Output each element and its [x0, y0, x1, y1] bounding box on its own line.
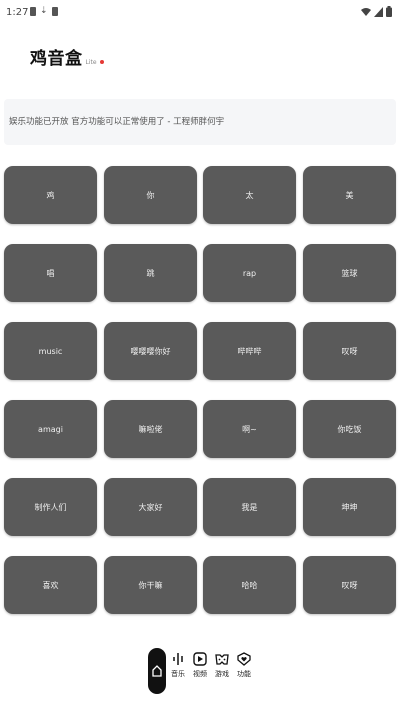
sound-button[interactable]: 啊~: [203, 400, 296, 458]
sound-button[interactable]: 美: [303, 166, 396, 224]
sound-button[interactable]: music: [4, 322, 97, 380]
download-icon: ⇣: [40, 6, 48, 16]
nav-home[interactable]: [148, 648, 166, 694]
notification-icons: ⇣: [30, 7, 58, 16]
sound-button[interactable]: 叹呀: [303, 322, 396, 380]
sound-button[interactable]: 喜欢: [4, 556, 97, 614]
sound-button[interactable]: 篮球: [303, 244, 396, 302]
nav-game[interactable]: 游戏: [212, 652, 232, 679]
play-icon: [193, 652, 207, 666]
nav-feature[interactable]: 功能: [234, 652, 254, 679]
sound-button[interactable]: 唱: [4, 244, 97, 302]
lite-badge: Lite: [85, 59, 97, 66]
sound-button[interactable]: 哔哔哔: [203, 322, 296, 380]
sound-button[interactable]: 跳: [104, 244, 197, 302]
nav-feature-label: 功能: [237, 670, 251, 678]
nav-music[interactable]: 音乐: [168, 652, 188, 679]
sound-button[interactable]: 坤坤: [303, 478, 396, 536]
system-icons: [361, 6, 392, 17]
sound-button[interactable]: 你: [104, 166, 197, 224]
sound-button[interactable]: 嘛啦佬: [104, 400, 197, 458]
wifi-icon: [361, 7, 371, 16]
sound-button[interactable]: 你干嘛: [104, 556, 197, 614]
sound-button[interactable]: 制作人们: [4, 478, 97, 536]
sound-button[interactable]: 太: [203, 166, 296, 224]
bottom-nav: 音乐 视频 游戏 功能: [148, 648, 258, 696]
notice-banner: 娱乐功能已开放 官方功能可以正常使用了 - 工程师胖何宇: [4, 99, 396, 145]
sound-button[interactable]: 你吃饭: [303, 400, 396, 458]
sound-button[interactable]: rap: [203, 244, 296, 302]
heart-shield-icon: [237, 652, 251, 666]
game-icon: [215, 654, 229, 665]
status-bar: 1:27 ⇣: [0, 0, 400, 28]
sound-button[interactable]: 大家好: [104, 478, 197, 536]
battery-icon: [386, 6, 392, 17]
sound-button[interactable]: 我是: [203, 478, 296, 536]
signal-icon: [374, 6, 383, 17]
nav-video[interactable]: 视频: [190, 652, 210, 679]
notification-icon: [30, 7, 36, 16]
sound-button[interactable]: 叹呀: [303, 556, 396, 614]
app-header: 鸡音盒 Lite: [30, 44, 104, 69]
sound-button[interactable]: 嘤嘤嘤你好: [104, 322, 197, 380]
notice-text: 娱乐功能已开放 官方功能可以正常使用了 - 工程师胖何宇: [9, 117, 225, 127]
nav-game-label: 游戏: [215, 670, 229, 678]
sound-wave-icon: [173, 653, 183, 665]
app-title: 鸡音盒: [30, 49, 83, 69]
nav-video-label: 视频: [193, 670, 207, 678]
status-dot: [99, 60, 104, 64]
sound-button[interactable]: amagi: [4, 400, 97, 458]
status-time: 1:27: [6, 7, 29, 18]
notification-icon: [51, 7, 58, 16]
sound-button[interactable]: 哈哈: [203, 556, 296, 614]
nav-music-label: 音乐: [171, 670, 185, 678]
sound-button[interactable]: 鸡: [4, 166, 97, 224]
home-icon: [152, 665, 162, 677]
